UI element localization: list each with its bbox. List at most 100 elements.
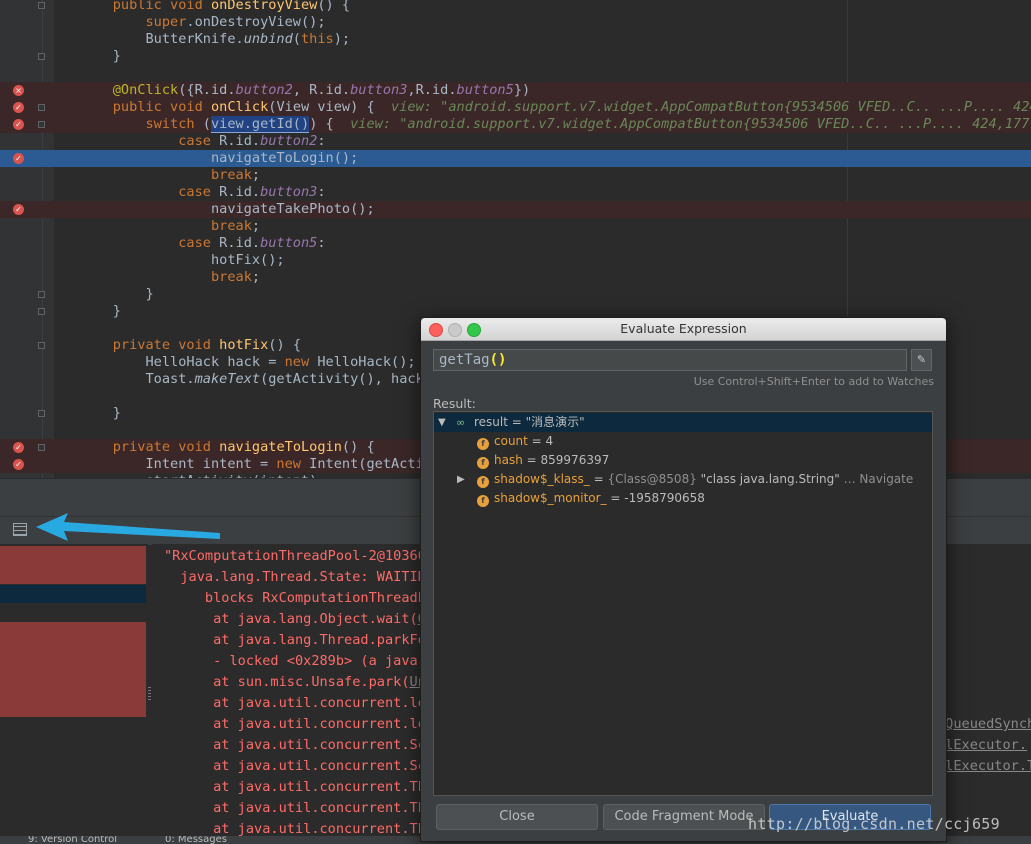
code-token: private void xyxy=(112,439,220,455)
code-token: : xyxy=(317,184,326,200)
console-text: - locked <0x289b> (a java. xyxy=(164,653,426,669)
fold-icon[interactable] xyxy=(38,291,45,298)
fold-icon[interactable] xyxy=(38,53,45,60)
expand-editor-button[interactable]: ✎ xyxy=(911,349,932,371)
code-line[interactable]: ✓ navigateToLogin(); xyxy=(0,150,1031,167)
root-eq: = xyxy=(507,415,526,429)
close-button[interactable]: Close xyxy=(436,804,598,830)
code-line[interactable]: break; xyxy=(0,218,1031,235)
breakpoint-icon[interactable]: ✓ xyxy=(13,102,24,113)
watch-hint: Use Control+Shift+Enter to add to Watche… xyxy=(693,375,934,388)
code-text: Intent intent = new Intent(getActivity( xyxy=(80,456,464,473)
code-token: button5 xyxy=(456,82,514,98)
fold-icon[interactable] xyxy=(38,121,45,128)
code-line[interactable]: case R.id.button3: xyxy=(0,184,1031,201)
code-line[interactable]: } xyxy=(0,286,1031,303)
console-text: blocks RxComputationThreadP xyxy=(164,590,426,606)
code-line[interactable]: } xyxy=(0,48,1031,65)
code-line[interactable]: ButterKnife.unbind(this); xyxy=(0,31,1031,48)
code-line[interactable]: hotFix(); xyxy=(0,252,1031,269)
code-line[interactable]: ✓ navigateTakePhoto(); xyxy=(0,201,1031,218)
status-messages[interactable]: 0: Messages xyxy=(165,836,227,844)
frames-panel[interactable] xyxy=(0,544,148,844)
navigate-link[interactable]: … Navigate xyxy=(840,472,914,486)
code-token: public void xyxy=(112,0,211,13)
splitter-handle[interactable] xyxy=(148,686,151,700)
code-text: @OnClick({R.id.button2, R.id.button3,R.i… xyxy=(80,82,530,99)
code-token: new xyxy=(284,354,318,370)
code-line[interactable]: case R.id.button5: xyxy=(0,235,1031,252)
code-text: break; xyxy=(80,218,260,235)
table-icon[interactable] xyxy=(13,523,27,536)
code-line[interactable]: ✓ switch (view.getId()) { view: "android… xyxy=(0,116,1031,133)
code-line[interactable]: super.onDestroyView(); xyxy=(0,14,1031,31)
code-line[interactable]: public void onDestroyView() { xyxy=(0,0,1031,14)
breakpoint-icon[interactable]: ✓ xyxy=(13,119,24,130)
code-token: HelloHack hack = xyxy=(80,354,285,370)
code-line[interactable]: break; xyxy=(0,167,1031,184)
code-token: view.getId() xyxy=(210,116,310,133)
code-token: button3 xyxy=(350,82,408,98)
status-version-control[interactable]: 9: Version Control xyxy=(28,836,117,844)
frame-item[interactable] xyxy=(0,622,146,717)
fold-icon[interactable] xyxy=(38,410,45,417)
code-token: onClick xyxy=(210,99,269,115)
fold-icon[interactable] xyxy=(38,104,45,111)
tree-field-row[interactable]: f count = 4 xyxy=(434,432,932,451)
code-text: private void hotFix() { xyxy=(80,337,301,354)
code-token: () { xyxy=(341,439,375,455)
source-link[interactable]: olExecutor. xyxy=(937,735,1027,756)
breakpoint-icon[interactable]: ✓ xyxy=(13,153,24,164)
code-text: case R.id.button5: xyxy=(80,235,326,252)
console-text: at sun.misc.Unsafe.park( xyxy=(164,674,410,690)
code-fragment-mode-button[interactable]: Code Fragment Mode xyxy=(603,804,765,830)
code-token: ButterKnife. xyxy=(80,31,244,47)
expression-input[interactable]: getTag() xyxy=(433,349,907,371)
expand-icon[interactable]: ▶ xyxy=(457,470,465,489)
fold-icon[interactable] xyxy=(38,308,45,315)
console-line: at java.util.concurrent.Th xyxy=(164,777,426,798)
code-text: } xyxy=(80,286,153,303)
code-line[interactable]: × @OnClick({R.id.button2, R.id.button3,R… xyxy=(0,82,1031,99)
code-line[interactable]: ✓ public void onClick(View view) { view:… xyxy=(0,99,1031,116)
field-eq: = xyxy=(527,434,546,448)
dialog-titlebar[interactable]: Evaluate Expression xyxy=(421,318,946,341)
code-token: : xyxy=(317,133,326,149)
tree-field-row[interactable]: ▶ f shadow$_klass_ = {Class@8508} "class j… xyxy=(434,470,932,489)
fold-icon[interactable] xyxy=(38,342,45,349)
frame-item-selected[interactable] xyxy=(0,585,146,603)
breakpoint-icon[interactable]: ✓ xyxy=(13,442,24,453)
code-line[interactable]: case R.id.button2: xyxy=(0,133,1031,150)
source-link[interactable]: olExecutor.T xyxy=(937,756,1031,777)
code-line[interactable]: break; xyxy=(0,269,1031,286)
code-text: navigateTakePhoto(); xyxy=(80,201,375,218)
tree-root-row[interactable]: ▼ ∞ result = "消息演示" xyxy=(434,413,932,432)
code-text: case R.id.button2: xyxy=(80,133,326,150)
source-link[interactable]: kQueuedSynch xyxy=(937,714,1031,735)
tree-field-row[interactable]: f hash = 859976397 xyxy=(434,451,932,470)
field-type: {Class@8508} xyxy=(607,472,701,486)
expression-text: getTag xyxy=(439,352,490,368)
frame-item[interactable] xyxy=(0,546,146,584)
collapse-icon[interactable]: ▼ xyxy=(438,413,446,432)
fold-icon[interactable] xyxy=(38,2,45,9)
console-text: at java.util.concurrent.lo xyxy=(164,695,426,711)
console-text: at java.util.concurrent.Th xyxy=(164,821,426,837)
fold-icon[interactable] xyxy=(38,444,45,451)
breakpoint-icon[interactable]: × xyxy=(13,85,24,96)
code-token: case xyxy=(178,133,220,149)
result-tree[interactable]: ▼ ∞ result = "消息演示" f count = 4 f hash = 85… xyxy=(433,411,933,796)
code-text: hotFix(); xyxy=(80,252,285,269)
breakpoint-icon[interactable]: ✓ xyxy=(13,459,24,470)
code-text: } xyxy=(80,48,121,65)
code-token: : xyxy=(317,235,326,251)
code-token: button3 xyxy=(260,184,318,200)
breakpoint-icon[interactable]: ✓ xyxy=(13,204,24,215)
tree-field-row[interactable]: f shadow$_monitor_ = -1958790658 xyxy=(434,489,932,508)
code-token: } xyxy=(80,405,121,421)
code-token: navigateToLogin xyxy=(219,439,342,455)
console-line: at java.lang.Thread.parkFo xyxy=(164,630,426,651)
code-line[interactable] xyxy=(0,65,1031,82)
